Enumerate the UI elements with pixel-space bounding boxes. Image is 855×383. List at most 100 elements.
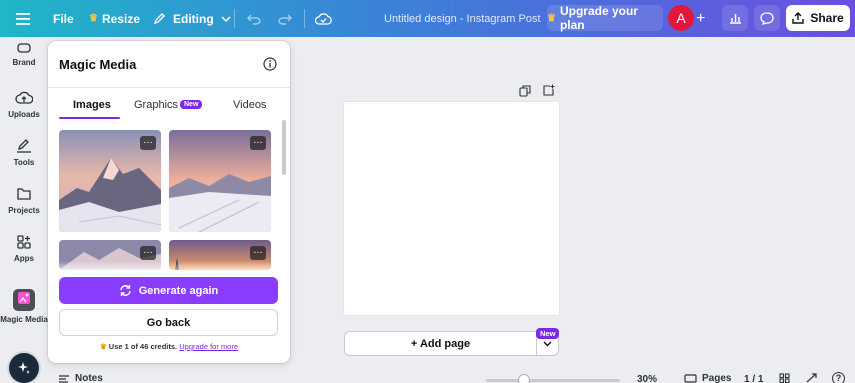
resize-button[interactable]: ♛ Resize xyxy=(89,0,140,37)
file-menu-label: File xyxy=(53,11,74,26)
help-button[interactable]: ? xyxy=(832,372,845,383)
go-back-button[interactable]: Go back xyxy=(59,309,278,336)
image-more-button[interactable]: … xyxy=(140,136,156,150)
design-title[interactable]: Untitled design - Instagram Post xyxy=(384,0,541,37)
page-count: 1 / 1 xyxy=(744,374,764,383)
image-more-button[interactable]: … xyxy=(250,136,266,150)
avatar[interactable]: A xyxy=(668,5,694,31)
crown-icon: ♛ xyxy=(547,12,556,24)
share-label: Share xyxy=(810,11,844,25)
duplicate-page-button[interactable] xyxy=(519,84,531,102)
info-icon xyxy=(263,57,277,71)
zoom-slider-thumb[interactable] xyxy=(518,374,530,383)
notes-label: Notes xyxy=(75,373,103,383)
go-back-label: Go back xyxy=(146,316,191,329)
help-icon: ? xyxy=(835,373,842,383)
magic-media-icon xyxy=(13,289,35,311)
chevron-down-icon xyxy=(221,15,231,22)
upgrade-plan-label: Upgrade your plan xyxy=(559,4,638,32)
refresh-icon xyxy=(120,285,131,296)
editing-mode-button[interactable]: Editing xyxy=(153,0,231,37)
expand-icon xyxy=(806,373,817,383)
tab-videos[interactable]: Videos xyxy=(233,99,266,111)
folder-icon xyxy=(17,188,31,200)
redo-icon xyxy=(278,14,292,25)
pages-icon xyxy=(684,373,697,383)
generated-image-2[interactable]: … xyxy=(169,130,271,232)
crown-icon: ♛ xyxy=(99,342,107,351)
design-page[interactable] xyxy=(344,102,559,315)
rail-item-label: Apps xyxy=(14,254,34,263)
image-more-button[interactable]: … xyxy=(140,246,156,260)
left-rail: Brand Uploads Tools Projects Apps Magic … xyxy=(0,37,48,383)
share-button[interactable]: Share xyxy=(786,5,850,31)
image-more-button[interactable]: … xyxy=(250,246,266,260)
rail-item-label: Magic Media xyxy=(0,315,48,324)
hamburger-icon xyxy=(16,12,30,25)
rail-item-brand[interactable]: Brand xyxy=(0,42,48,67)
magic-button[interactable] xyxy=(9,353,39,383)
pages-button[interactable]: Pages xyxy=(684,373,731,383)
magic-media-panel: Magic Media Images Graphics New Videos …… xyxy=(48,41,290,363)
cloud-check-icon xyxy=(315,13,332,25)
add-page-label: + Add page xyxy=(410,337,471,350)
crown-icon: ♛ xyxy=(89,13,98,24)
comments-button[interactable] xyxy=(754,5,780,31)
add-page-button[interactable]: + Add page xyxy=(345,332,537,355)
undo-icon xyxy=(247,14,261,25)
generated-image-1[interactable]: … xyxy=(59,130,161,232)
new-badge: New xyxy=(536,328,560,339)
design-title-text: Untitled design - Instagram Post xyxy=(384,12,541,25)
zoom-value[interactable]: 30% xyxy=(637,374,657,383)
add-page-above-button[interactable] xyxy=(543,83,555,101)
avatar-letter: A xyxy=(676,10,686,26)
new-badge: New xyxy=(180,100,203,109)
add-page-icon xyxy=(543,84,555,96)
grid-view-button[interactable] xyxy=(779,373,790,383)
active-tab-indicator xyxy=(59,117,120,119)
info-button[interactable] xyxy=(263,57,277,76)
zoom-slider[interactable] xyxy=(486,374,620,383)
tab-graphics[interactable]: Graphics xyxy=(134,99,178,111)
results-fade xyxy=(48,261,290,275)
file-menu-button[interactable]: File xyxy=(53,0,74,37)
top-bar: File ♛ Resize Editing Untitled design - … xyxy=(0,0,855,37)
fullscreen-button[interactable] xyxy=(806,373,817,383)
toolbar-divider xyxy=(234,9,235,28)
notes-button[interactable]: Notes xyxy=(58,373,103,383)
editing-label: Editing xyxy=(173,11,214,26)
upgrade-link[interactable]: Upgrade for more xyxy=(179,342,238,351)
upgrade-plan-button[interactable]: ♛ Upgrade your plan xyxy=(547,4,663,32)
credits-text: Use 1 of 46 credits. xyxy=(108,342,178,351)
insights-button[interactable] xyxy=(722,5,748,31)
add-page-bar: + Add page xyxy=(344,331,559,356)
rail-item-uploads[interactable]: Uploads xyxy=(0,90,48,119)
bottom-bar: Notes 30% Pages 1 / 1 ? xyxy=(48,371,855,383)
cloud-upload-icon xyxy=(15,91,33,104)
undo-button[interactable] xyxy=(247,0,261,37)
rail-item-label: Projects xyxy=(8,206,40,215)
comment-icon xyxy=(760,11,774,25)
chevron-down-icon xyxy=(543,341,552,346)
toolbar-divider xyxy=(304,9,305,28)
rail-item-label: Uploads xyxy=(8,110,40,119)
main-menu-button[interactable] xyxy=(16,0,30,37)
draw-tools-icon xyxy=(17,139,31,153)
grid-icon xyxy=(779,373,790,383)
apps-icon xyxy=(17,235,31,249)
panel-scrollbar[interactable] xyxy=(282,120,286,175)
rail-item-apps[interactable]: Apps xyxy=(0,234,48,263)
brand-icon xyxy=(17,43,31,53)
rail-item-magic-media[interactable]: Magic Media xyxy=(0,289,48,324)
rail-item-tools[interactable]: Tools xyxy=(0,138,48,167)
pages-label: Pages xyxy=(702,373,732,383)
rail-item-label: Tools xyxy=(13,158,35,167)
rail-item-projects[interactable]: Projects xyxy=(0,186,48,215)
save-status-button[interactable] xyxy=(315,0,332,37)
tab-images[interactable]: Images xyxy=(73,99,111,111)
add-collaborator-button[interactable]: + xyxy=(696,0,705,37)
rail-item-label: Brand xyxy=(12,58,36,67)
sparkle-icon xyxy=(18,362,30,374)
generate-again-button[interactable]: Generate again xyxy=(59,277,278,304)
redo-button[interactable] xyxy=(278,0,292,37)
